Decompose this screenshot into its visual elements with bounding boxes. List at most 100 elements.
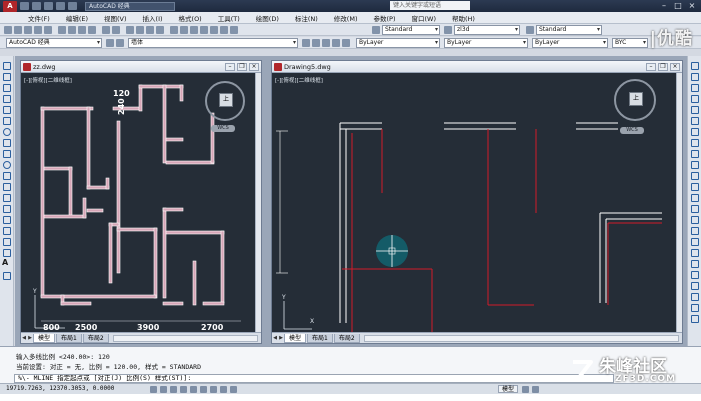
osnap-intersection-icon[interactable] <box>691 293 699 301</box>
object-snap-icon[interactable] <box>691 260 699 268</box>
chamfer-icon[interactable] <box>691 216 699 224</box>
stretch-icon[interactable] <box>691 150 699 158</box>
sheet-set-icon[interactable] <box>200 26 208 34</box>
tab-layout2[interactable]: 布局2 <box>333 333 360 343</box>
table-style-select[interactable]: Standard <box>536 25 602 35</box>
menu-draw[interactable]: 绘图(D) <box>248 13 287 23</box>
cut-icon[interactable] <box>58 26 66 34</box>
quick-view-layouts-icon[interactable] <box>522 386 529 393</box>
revision-cloud-icon[interactable] <box>3 139 11 147</box>
tab-model[interactable]: 模型 <box>284 333 307 343</box>
dynamic-input-icon[interactable] <box>220 386 227 393</box>
markup-icon[interactable] <box>210 26 218 34</box>
extend-icon[interactable] <box>691 172 699 180</box>
osnap-endpoint-icon[interactable] <box>691 271 699 279</box>
explode-icon[interactable] <box>691 249 699 257</box>
blend-curves-icon[interactable] <box>691 238 699 246</box>
horizontal-scrollbar[interactable] <box>112 334 258 342</box>
layer-properties-icon[interactable] <box>116 39 124 47</box>
wcs-menu[interactable]: WCS <box>211 125 235 132</box>
menu-format[interactable]: 格式(O) <box>171 13 210 23</box>
command-input[interactable]: %\- MLINE 指定起点或 [对正(J) 比例(S) 样式(ST)]: <box>14 374 614 383</box>
construction-line-icon[interactable] <box>3 73 11 81</box>
pan-icon[interactable] <box>126 26 134 34</box>
menu-file[interactable]: 文件(F) <box>0 13 58 23</box>
fillet-icon[interactable] <box>691 227 699 235</box>
plotstyle-select[interactable]: BYC <box>612 38 648 48</box>
view-cube-top-face[interactable]: 上 <box>629 92 643 106</box>
quickcalc-icon[interactable] <box>220 26 228 34</box>
snap-mode-icon[interactable] <box>150 386 157 393</box>
undo-icon[interactable] <box>56 2 65 10</box>
maximize-icon[interactable]: □ <box>673 1 683 10</box>
menu-window[interactable]: 窗口(W) <box>403 13 444 23</box>
color-select[interactable]: ByLayer <box>356 38 440 48</box>
gradient-icon[interactable] <box>3 227 11 235</box>
menu-insert[interactable]: 插入(I) <box>135 13 171 23</box>
vertical-scrollbar[interactable] <box>255 73 261 332</box>
view-cube[interactable]: 上 <box>614 79 656 121</box>
paste-icon[interactable] <box>78 26 86 34</box>
join-icon[interactable] <box>691 205 699 213</box>
table-icon[interactable] <box>3 249 11 257</box>
save-icon[interactable] <box>24 26 32 34</box>
grid-display-icon[interactable] <box>160 386 167 393</box>
workspace-switcher[interactable]: AutoCAD 经典 <box>85 1 175 11</box>
polar-tracking-icon[interactable] <box>180 386 187 393</box>
redo-icon[interactable] <box>68 2 77 10</box>
workspace-select[interactable]: AutoCAD 经典 <box>6 38 102 48</box>
horizontal-scrollbar[interactable] <box>363 334 679 342</box>
help-icon[interactable] <box>230 26 238 34</box>
layer-isolate-icon[interactable] <box>332 39 340 47</box>
zoom-realtime-icon[interactable] <box>136 26 144 34</box>
menu-tools[interactable]: 工具(T) <box>210 13 248 23</box>
menu-edit[interactable]: 编辑(E) <box>58 13 96 23</box>
zoom-window-icon[interactable] <box>146 26 154 34</box>
preview-icon[interactable] <box>44 26 52 34</box>
rectangle-icon[interactable] <box>3 106 11 114</box>
region-icon[interactable] <box>3 238 11 246</box>
linetype-select[interactable]: ByLayer <box>444 38 528 48</box>
make-current-layer-icon[interactable] <box>302 39 310 47</box>
doc-restore-icon[interactable]: ❐ <box>237 63 247 71</box>
object-snap-toggle-icon[interactable] <box>190 386 197 393</box>
array-icon[interactable] <box>691 106 699 114</box>
minimize-icon[interactable]: – <box>659 1 669 10</box>
add-selected-icon[interactable] <box>3 272 11 280</box>
lineweight-select[interactable]: ByLayer <box>532 38 608 48</box>
search-input[interactable]: 键入关键字或短语 <box>390 1 470 10</box>
properties-icon[interactable] <box>170 26 178 34</box>
insert-block-icon[interactable] <box>3 183 11 191</box>
autocad-logo-icon[interactable]: A <box>3 0 17 12</box>
ellipse-icon[interactable] <box>3 161 11 169</box>
doc-minimize-icon[interactable]: – <box>225 63 235 71</box>
coordinate-readout[interactable]: 19719.7263, 12370.3053, 0.0000 <box>6 384 114 394</box>
osnap-center-icon[interactable] <box>691 304 699 312</box>
model-space-canvas[interactable]: Y [-][俯视][二维线框] 120 240 800 2500 3900 27… <box>21 73 261 332</box>
open-icon[interactable] <box>14 26 22 34</box>
ellipse-arc-icon[interactable] <box>3 172 11 180</box>
menu-help[interactable]: 帮助(H) <box>444 13 483 23</box>
layer-select[interactable]: 墙体 <box>128 38 298 48</box>
break-at-point-icon[interactable] <box>691 183 699 191</box>
viewport-label[interactable]: [-][俯视][二维线框] <box>24 76 72 84</box>
zoom-previous-icon[interactable] <box>156 26 164 34</box>
copy-icon[interactable] <box>68 26 76 34</box>
trim-icon[interactable] <box>691 161 699 169</box>
vertical-scrollbar[interactable] <box>676 73 682 332</box>
model-space-canvas[interactable]: Y X [-][俯视][二维线框] 上 WCS <box>272 73 682 332</box>
osnap-settings-icon[interactable] <box>691 315 699 323</box>
lineweight-toggle-icon[interactable] <box>230 386 237 393</box>
circle-icon[interactable] <box>3 128 11 136</box>
view-cube[interactable]: 上 <box>205 81 245 121</box>
break-icon[interactable] <box>691 194 699 202</box>
layer-match-icon[interactable] <box>342 39 350 47</box>
open-file-icon[interactable] <box>32 2 41 10</box>
undo-toolbar-icon[interactable] <box>102 26 110 34</box>
copy-object-icon[interactable] <box>691 73 699 81</box>
hatch-icon[interactable] <box>3 216 11 224</box>
doc-close-icon[interactable]: × <box>249 63 259 71</box>
line-icon[interactable] <box>3 62 11 70</box>
tool-palettes-icon[interactable] <box>190 26 198 34</box>
print-icon[interactable] <box>34 26 42 34</box>
